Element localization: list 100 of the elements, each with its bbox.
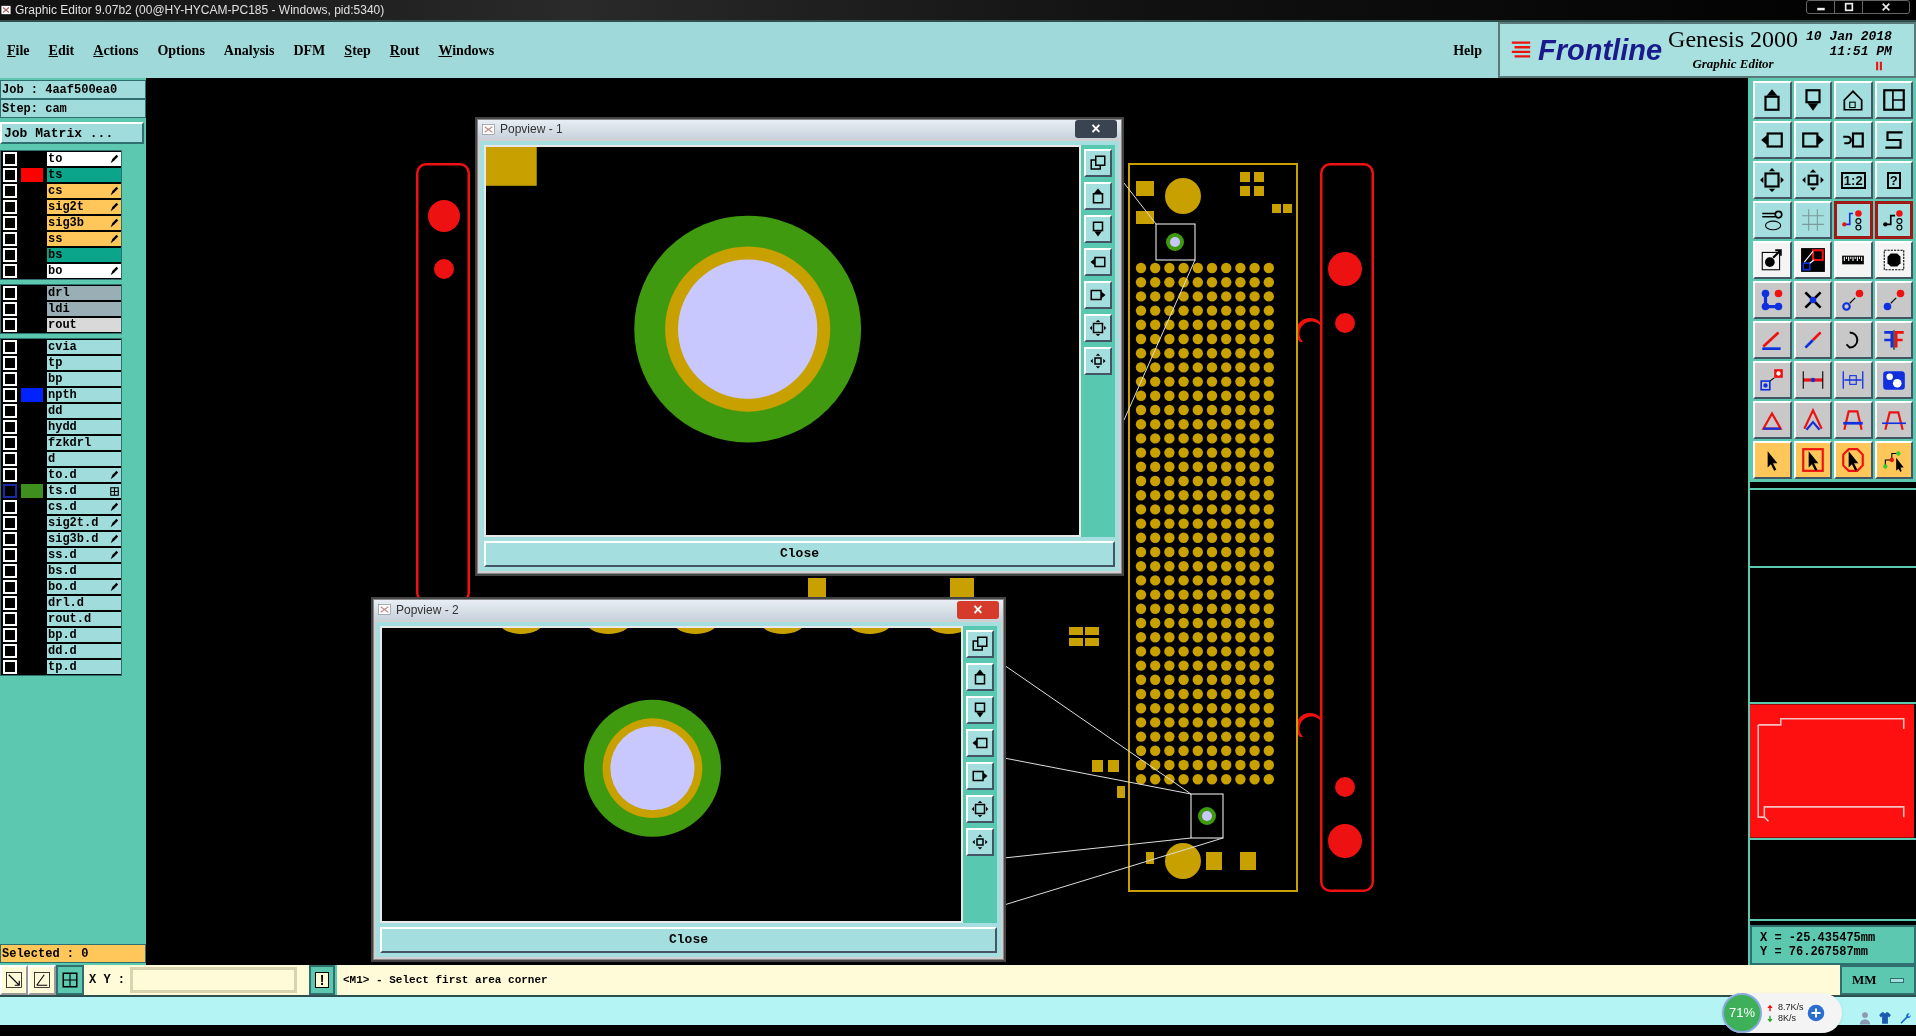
menu-item[interactable]: Analysis — [223, 39, 275, 61]
pointer-square-icon — [1799, 447, 1826, 473]
view-button[interactable] — [1084, 247, 1112, 276]
view-button[interactable] — [1084, 214, 1112, 243]
pointer-octagon-icon — [1840, 447, 1867, 473]
layer-name[interactable]: rout.d — [47, 612, 121, 626]
pencil-icon — [109, 266, 119, 276]
layer-name[interactable]: tp — [47, 356, 121, 370]
layer-name[interactable]: to.d — [47, 468, 121, 482]
grid-box-icon — [61, 971, 79, 989]
layer-name[interactable]: bp — [47, 372, 121, 386]
expand-box-icon — [971, 799, 989, 818]
grid-tool-button[interactable] — [56, 965, 84, 995]
close-button[interactable]: Close — [380, 927, 997, 953]
menu-item[interactable]: DFM — [293, 39, 326, 61]
usage-badge: 71% — [1722, 993, 1762, 1033]
plus-circle-icon — [1806, 1004, 1825, 1022]
view-button[interactable] — [1084, 280, 1112, 309]
linked-squares-icon — [1759, 367, 1786, 393]
close-button[interactable]: × — [1075, 120, 1117, 139]
layer-name[interactable]: ts.d — [47, 484, 121, 498]
coordinate-input-field[interactable] — [130, 967, 297, 993]
view-button[interactable] — [966, 695, 994, 724]
layer-name[interactable]: ss.d — [47, 548, 121, 562]
brand-logo: Frontline — [1538, 35, 1663, 65]
pause-icon — [1873, 60, 1884, 71]
layer-name[interactable]: bo — [47, 264, 121, 278]
close-button[interactable]: Close — [484, 541, 1115, 567]
dropdown-bar-icon — [1890, 977, 1904, 983]
menu-item[interactable]: Rout — [389, 39, 420, 61]
menu-item[interactable]: File — [7, 39, 30, 61]
layer-name[interactable]: cvia — [47, 340, 121, 354]
layer-name[interactable]: sig2t — [47, 200, 121, 214]
toolbar-button[interactable]: ? — [1874, 161, 1913, 199]
arrow-down-icon — [1766, 1013, 1774, 1024]
view-button[interactable] — [966, 629, 994, 658]
layer-name[interactable]: dd.d — [47, 644, 121, 658]
view-button[interactable] — [1084, 313, 1112, 342]
close-icon — [1881, 2, 1891, 12]
layer-name[interactable]: tp.d — [47, 660, 121, 674]
layer-name[interactable]: bs.d — [47, 564, 121, 578]
xy-label: X Y : — [88, 972, 126, 989]
layer-name[interactable]: dd — [47, 404, 121, 418]
toolbar-button[interactable] — [1874, 201, 1913, 239]
product-name: Genesis 2000 — [1668, 26, 1799, 51]
job-label: Job : 4aaf500ea0 — [0, 80, 146, 99]
view-button[interactable] — [966, 827, 994, 856]
layer-name[interactable]: d — [47, 452, 121, 466]
step-label: Step: cam — [0, 99, 146, 118]
layer-name[interactable]: rout — [47, 318, 121, 332]
view-button[interactable] — [966, 662, 994, 691]
menu-item[interactable]: Edit — [48, 39, 75, 61]
menu-item[interactable]: Actions — [93, 39, 139, 61]
y-coordinate: Y = 76.267587mm — [1760, 946, 1870, 958]
angle-tool-button[interactable] — [28, 965, 56, 995]
layer-name[interactable]: cs — [47, 184, 121, 198]
popview-title: Popview - 2 — [396, 601, 460, 619]
job-matrix-button[interactable]: Job Matrix ... — [0, 122, 144, 144]
menu-item[interactable]: Options — [157, 39, 205, 61]
pencil-icon — [109, 470, 119, 480]
x-coordinate: X = -25.435475mm — [1760, 932, 1877, 944]
units-dropdown[interactable]: MM — [1840, 965, 1916, 995]
layer-name[interactable]: sig3b.d — [47, 532, 121, 546]
layer-name[interactable]: drl.d — [47, 596, 121, 610]
layer-name[interactable]: bo.d — [47, 580, 121, 594]
toolbar-button[interactable]: 1:2 — [1834, 161, 1873, 199]
layer-name[interactable]: bs — [47, 248, 121, 262]
app-icon — [482, 123, 495, 136]
selection-box-drawing — [1155, 223, 1196, 261]
close-button[interactable]: × — [957, 600, 999, 619]
date-text: 10 Jan 2018 — [1806, 29, 1892, 43]
time-text: 11:51 PM — [1829, 44, 1892, 58]
layer-name[interactable]: bp.d — [47, 628, 121, 642]
layer-name[interactable]: sig3b — [47, 216, 121, 230]
window-title: Graphic Editor 9.07b2 (00@HY-HYCAM-PC185 - Windows, pid:5340) — [15, 2, 385, 19]
view-button[interactable] — [1084, 181, 1112, 210]
view-button[interactable] — [1084, 346, 1112, 375]
layer-name[interactable]: npth — [47, 388, 121, 402]
confirm-button[interactable]: ! — [309, 965, 335, 995]
view-button[interactable] — [966, 794, 994, 823]
layer-name[interactable]: ss — [47, 232, 121, 246]
layer-checkbox[interactable] — [3, 484, 17, 498]
layer-name[interactable]: sig2t.d — [47, 516, 121, 530]
zoom-tool-button[interactable] — [0, 965, 28, 995]
grid-icon — [1799, 207, 1826, 233]
layer-name[interactable]: fzkdrl — [47, 436, 121, 450]
layer-name[interactable]: drl — [47, 286, 121, 300]
layer-name[interactable]: ldi — [47, 302, 121, 316]
view-button[interactable] — [966, 728, 994, 757]
arrow-up-icon — [1766, 1002, 1774, 1013]
view-button[interactable] — [966, 761, 994, 790]
menu-item[interactable]: Help — [1453, 39, 1482, 61]
windows-icon — [1089, 153, 1107, 172]
menu-item[interactable]: Step — [344, 39, 371, 61]
layer-name[interactable]: ts — [47, 168, 121, 182]
view-button[interactable] — [1084, 148, 1112, 177]
layer-name[interactable]: hydd — [47, 420, 121, 434]
layer-name[interactable]: cs.d — [47, 500, 121, 514]
layer-name[interactable]: to — [47, 152, 121, 166]
menu-item[interactable]: Windows — [438, 39, 495, 61]
